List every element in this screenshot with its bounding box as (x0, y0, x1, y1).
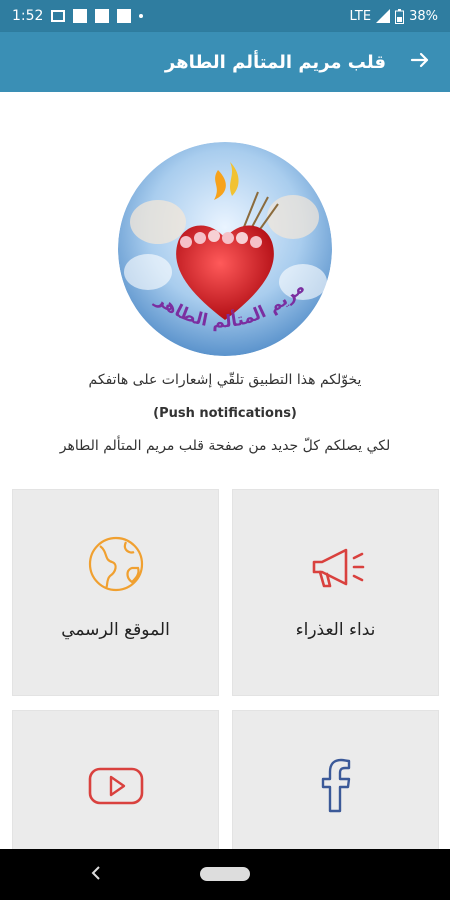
main-content: قلب مريم المتألم الطاهر يخوّلكم هذا التط… (0, 92, 450, 849)
tile-label: الموقع الرسمي (61, 620, 170, 640)
signal-icon (376, 9, 391, 23)
notice-line-1: يخوّلكم هذا التطبيق تلقّي إشعارات على ها… (88, 372, 362, 388)
more-notifications-icon (139, 14, 144, 18)
tile-official-website[interactable]: الموقع الرسمي (12, 489, 219, 696)
tile-virgin-call[interactable]: نداء العذراء (232, 489, 439, 696)
battery-icon (395, 8, 405, 24)
chevron-left-icon (91, 866, 100, 880)
tile-label: نداء العذراء (295, 620, 376, 640)
arrow-right-icon (410, 52, 429, 67)
battery-percent: 38% (409, 8, 438, 24)
nav-back-button[interactable] (90, 864, 102, 885)
back-button[interactable] (410, 50, 430, 75)
notification-icon (95, 9, 110, 23)
notice-line-3: لكي يصلكم كلّ جديد من صفحة قلب مريم المت… (59, 438, 391, 454)
app-bar: قلب مريم المتألم الطاهر (0, 32, 450, 92)
page-title: قلب مريم المتألم الطاهر (164, 51, 386, 73)
globe-icon (88, 536, 144, 592)
tile-facebook[interactable] (232, 710, 439, 849)
facebook-icon (321, 758, 351, 813)
megaphone-icon (312, 548, 365, 588)
app-logo: قلب مريم المتألم الطاهر (118, 142, 332, 356)
status-time: 1:52 (12, 8, 44, 24)
tile-youtube[interactable] (12, 710, 219, 849)
home-pill[interactable] (200, 867, 250, 881)
gallery-notification-icon (51, 10, 66, 22)
youtube-icon (88, 767, 144, 805)
status-bar: 1:52 LTE 38% (0, 0, 450, 32)
network-label: LTE (349, 8, 372, 24)
notice-line-2: (Push notifications) (153, 406, 297, 421)
notification-icon (73, 9, 88, 23)
notification-icon (117, 9, 132, 23)
system-nav-bar (0, 849, 450, 900)
